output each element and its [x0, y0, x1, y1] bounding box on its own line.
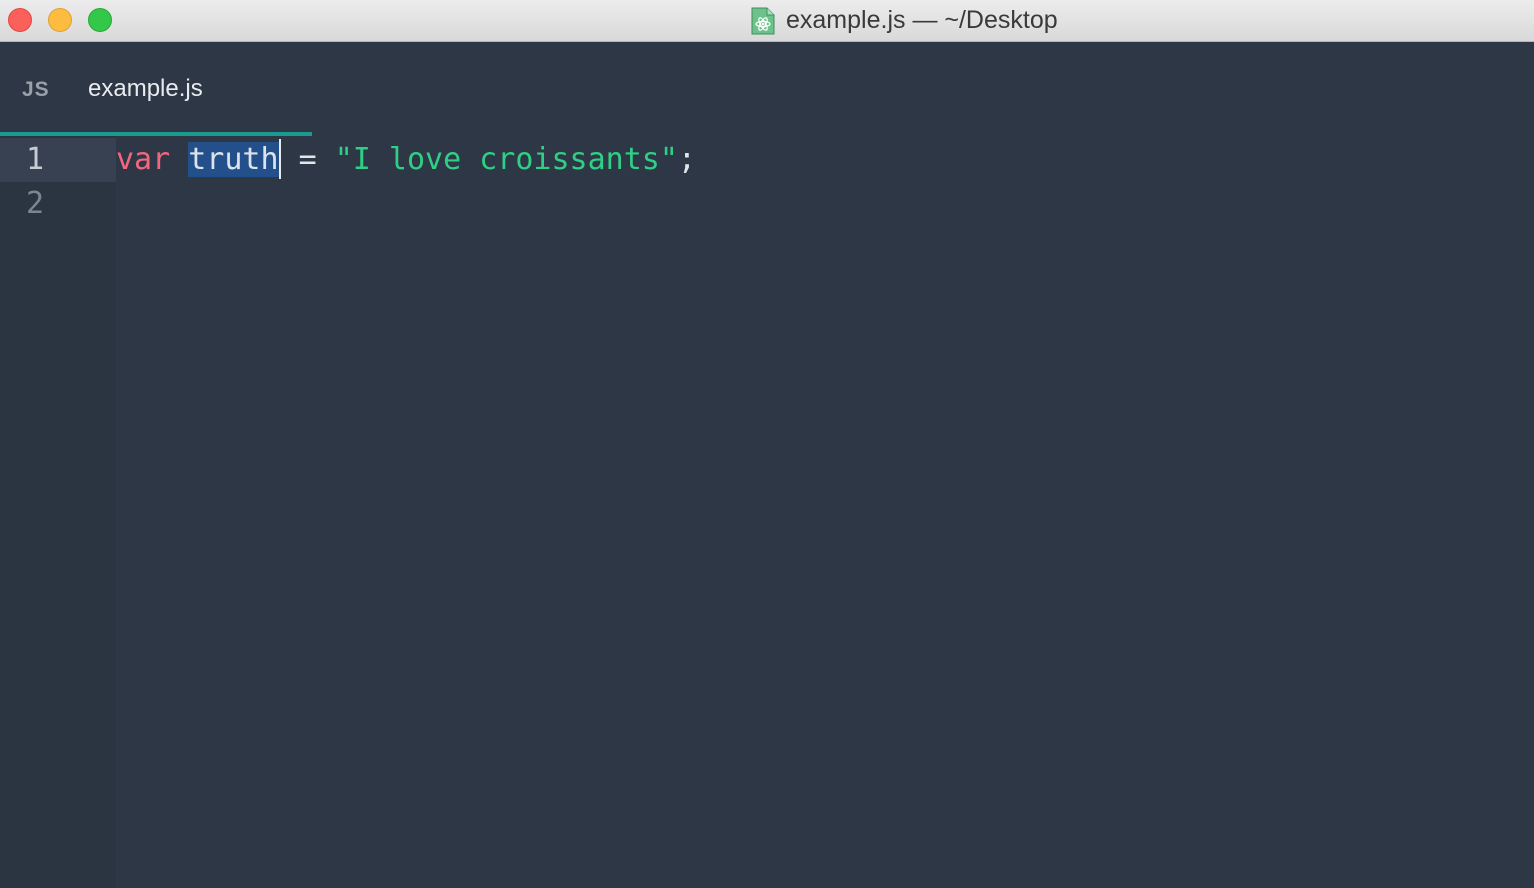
- code-line-1[interactable]: var truth = "I love croissants";: [116, 138, 696, 182]
- close-window-button[interactable]: [8, 8, 32, 32]
- window-title-group: example.js — ~/Desktop: [750, 0, 1058, 41]
- selected-identifier-token: truth: [188, 142, 279, 177]
- zoom-window-button[interactable]: [88, 8, 112, 32]
- line-number[interactable]: 2: [0, 182, 44, 226]
- code-editor[interactable]: 1 2 var truth = "I love croissants";: [0, 136, 1534, 888]
- punctuation-token: ;: [677, 142, 696, 177]
- editor-window: example.js — ~/Desktop JS example.js 1 2…: [0, 0, 1534, 888]
- operator-token: =: [298, 142, 317, 177]
- atom-document-icon: [751, 7, 775, 34]
- tab-bar: JS example.js: [0, 42, 1534, 136]
- tab-example-js[interactable]: JS example.js: [0, 42, 312, 136]
- string-token: "I love croissants": [334, 142, 678, 177]
- window-title: example.js — ~/Desktop: [786, 6, 1058, 34]
- minimize-window-button[interactable]: [48, 8, 72, 32]
- tab-title: example.js: [88, 75, 203, 102]
- title-bar[interactable]: example.js — ~/Desktop: [0, 0, 1534, 42]
- line-number[interactable]: 1: [0, 138, 44, 182]
- js-file-icon: JS: [22, 78, 50, 101]
- line-number-gutter[interactable]: 1 2: [0, 136, 116, 888]
- keyword-token: var: [116, 142, 171, 177]
